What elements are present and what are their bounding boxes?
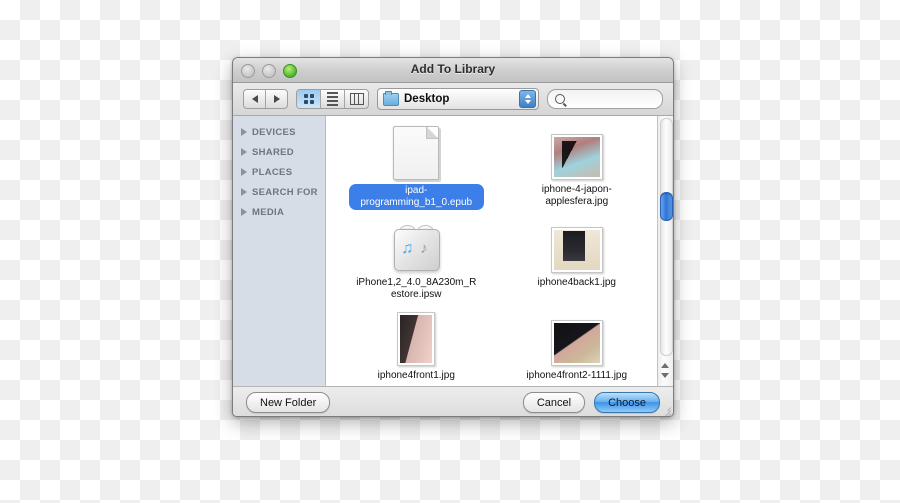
- dialog-toolbar: Desktop: [233, 83, 673, 116]
- chevron-updown-icon[interactable]: [519, 90, 536, 108]
- chevron-right-icon: [241, 128, 247, 136]
- sidebar-section-media[interactable]: MEDIA: [233, 202, 325, 222]
- forward-button[interactable]: [266, 90, 287, 108]
- file-item[interactable]: iphone4back1.jpg: [497, 217, 658, 310]
- resize-grip[interactable]: [658, 403, 672, 416]
- photo-thumbnail-icon: [397, 312, 436, 366]
- photo-thumbnail-icon: [550, 227, 603, 273]
- choose-button[interactable]: Choose: [594, 392, 660, 413]
- search-field[interactable]: [547, 89, 663, 109]
- file-thumbnail: [550, 128, 603, 180]
- sidebar-section-devices[interactable]: DEVICES: [233, 122, 325, 142]
- file-name-label: iphone4front2-1111.jpg: [526, 370, 628, 381]
- file-name-label: iPhone1,2_4.0_8A230m_Restore.ipsw: [356, 277, 477, 300]
- scrollbar-track[interactable]: [660, 118, 673, 356]
- search-icon: [555, 94, 565, 104]
- file-thumbnail: [550, 314, 603, 366]
- file-icon-grid: ipad-programming_b1_0.epub iphone-4-japo…: [326, 116, 673, 386]
- grid-icon: [303, 94, 314, 104]
- file-item[interactable]: iphone-4-japon-applesfera.jpg: [497, 124, 658, 217]
- file-browser-pane[interactable]: ipad-programming_b1_0.epub iphone-4-japo…: [326, 116, 673, 386]
- forward-arrow-icon: [273, 95, 280, 103]
- vertical-scrollbar[interactable]: [657, 116, 673, 386]
- icon-view-button[interactable]: [297, 90, 321, 108]
- search-input[interactable]: [569, 92, 655, 106]
- window-title-bar[interactable]: Add To Library: [233, 58, 673, 83]
- cancel-button[interactable]: Cancel: [522, 392, 586, 413]
- current-folder-label: Desktop: [404, 93, 450, 105]
- music-note-icon: ♪: [420, 240, 428, 257]
- file-item[interactable]: ♫ ♪ iPhone1,2_4.0_8A230m_Restore.ipsw: [336, 217, 497, 310]
- sidebar-section-search-for[interactable]: SEARCH FOR: [233, 182, 325, 202]
- navigation-buttons: [243, 89, 288, 109]
- sidebar: DEVICES SHARED PLACES SEARCH FOR MEDIA: [233, 116, 326, 386]
- ipsw-firmware-icon: ♫ ♪: [390, 223, 442, 273]
- file-name-label: iphone-4-japon-applesfera.jpg: [541, 184, 612, 207]
- sidebar-section-label: MEDIA: [252, 206, 285, 218]
- view-mode-switcher: [296, 89, 369, 109]
- file-name-label: iphone4back1.jpg: [537, 277, 616, 288]
- footer-action-buttons: Cancel Choose: [522, 392, 660, 413]
- list-icon: [327, 92, 338, 106]
- screenshot-stage: Add To Library Desktop DEVICES SHARED PL…: [0, 0, 900, 503]
- scroll-down-icon[interactable]: [661, 373, 669, 378]
- file-thumbnail: [397, 312, 436, 366]
- file-item[interactable]: iphone4front1.jpg: [336, 310, 497, 386]
- photo-thumbnail-icon: [550, 320, 603, 366]
- sidebar-section-label: DEVICES: [252, 126, 296, 138]
- music-note-icon: ♫: [401, 240, 414, 257]
- new-folder-button[interactable]: New Folder: [246, 392, 331, 413]
- back-button[interactable]: [244, 90, 266, 108]
- sidebar-section-label: SEARCH FOR: [252, 186, 318, 198]
- dialog-footer: New Folder Cancel Choose: [233, 386, 673, 416]
- document-icon: [393, 126, 440, 180]
- chevron-right-icon: [241, 168, 247, 176]
- add-to-library-dialog: Add To Library Desktop DEVICES SHARED PL…: [232, 57, 674, 417]
- sidebar-section-label: SHARED: [252, 146, 294, 158]
- scroll-up-icon[interactable]: [661, 363, 669, 368]
- scrollbar-thumb[interactable]: [660, 192, 673, 221]
- file-thumbnail: [393, 126, 440, 180]
- sidebar-section-label: PLACES: [252, 166, 293, 178]
- window-title: Add To Library: [410, 62, 496, 76]
- sidebar-section-places[interactable]: PLACES: [233, 162, 325, 182]
- chevron-right-icon: [241, 208, 247, 216]
- folder-icon: [383, 90, 399, 106]
- back-arrow-icon: [251, 95, 258, 103]
- file-thumbnail: ♫ ♪: [390, 221, 442, 273]
- dialog-body: DEVICES SHARED PLACES SEARCH FOR MEDIA i…: [233, 116, 673, 386]
- list-view-button[interactable]: [321, 90, 345, 108]
- file-item[interactable]: ipad-programming_b1_0.epub: [336, 124, 497, 217]
- sidebar-section-shared[interactable]: SHARED: [233, 142, 325, 162]
- columns-icon: [349, 93, 364, 105]
- path-popup-button[interactable]: Desktop: [377, 88, 539, 110]
- file-item[interactable]: iphone4front2-1111.jpg: [497, 310, 658, 386]
- column-view-button[interactable]: [345, 90, 368, 108]
- file-thumbnail: [550, 221, 603, 273]
- file-name-label: ipad-programming_b1_0.epub: [348, 184, 484, 210]
- photo-thumbnail-icon: [550, 134, 603, 180]
- chevron-right-icon: [241, 148, 247, 156]
- chevron-right-icon: [241, 188, 247, 196]
- file-name-label: iphone4front1.jpg: [377, 370, 455, 381]
